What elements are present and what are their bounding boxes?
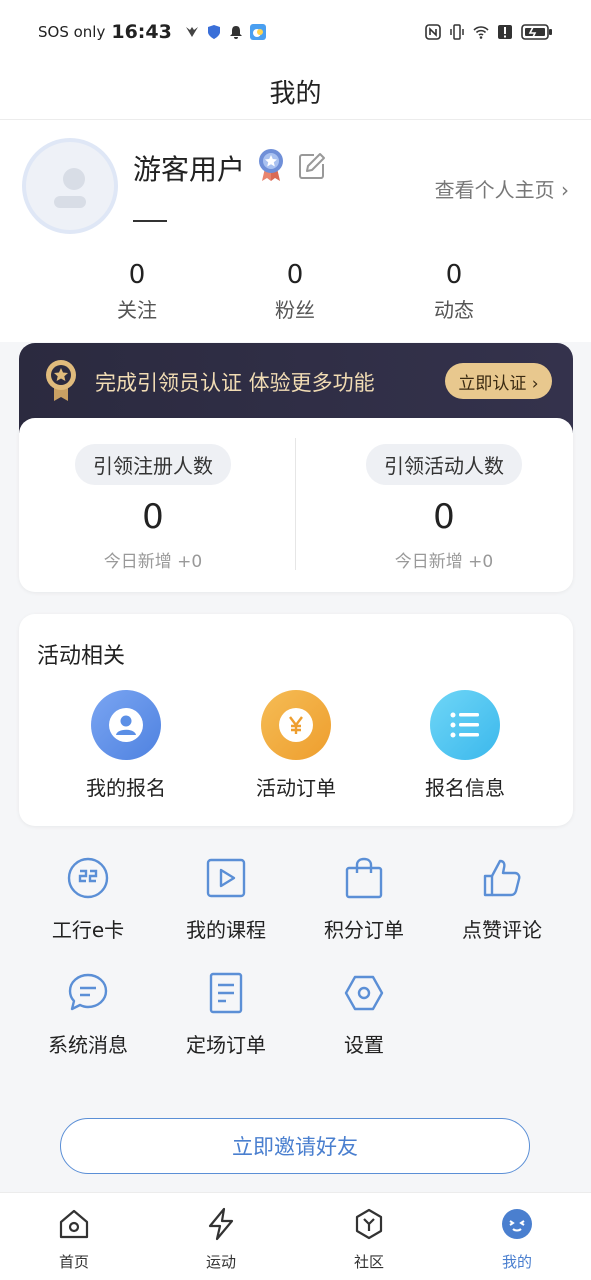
leader-stat-title: 引领活动人数: [366, 444, 522, 485]
menu-item-system-messages[interactable]: 系统消息: [18, 971, 158, 1058]
nfc-icon: [425, 24, 441, 40]
message-icon: [68, 973, 108, 1011]
menu-item-my-courses[interactable]: 我的课程: [156, 856, 296, 943]
wifi-icon: [473, 26, 489, 39]
tab-community[interactable]: 社区: [309, 1207, 429, 1272]
menu-item-venue-orders[interactable]: 定场订单: [156, 971, 296, 1058]
tab-mine[interactable]: 我的: [457, 1207, 577, 1272]
stat-followers[interactable]: 0 粉丝: [235, 260, 355, 323]
leader-stat-value: 0: [433, 497, 455, 537]
menu-label: 设置: [344, 1033, 384, 1057]
menu-label: 点赞评论: [462, 918, 542, 942]
battery-icon: [521, 24, 552, 40]
tab-bar: 首页 运动 社区 我的: [0, 1192, 591, 1280]
menu-item-settings[interactable]: 设置: [294, 971, 434, 1058]
menu-label: 系统消息: [48, 1033, 128, 1057]
stat-value: 0: [445, 260, 463, 290]
activity-card: 活动相关 我的报名 活动订单 报名信息: [19, 614, 573, 826]
avatar-body-shape: [54, 196, 86, 208]
view-profile-link[interactable]: 查看个人主页 ›: [435, 174, 569, 203]
section-title: 活动相关: [37, 644, 126, 669]
settings-icon: [344, 975, 384, 1011]
certify-now-button[interactable]: 立即认证 ›: [445, 363, 552, 399]
thumbs-up-icon: [483, 859, 521, 897]
activity-label: 活动订单: [256, 776, 336, 800]
tab-home[interactable]: 首页: [14, 1207, 134, 1272]
badge-icon: [46, 360, 76, 401]
menu-label: 我的课程: [186, 918, 266, 942]
list-icon: [430, 690, 500, 760]
page-title: 我的: [269, 79, 322, 109]
user-icon: [91, 690, 161, 760]
weather-icon: [249, 24, 266, 40]
my-registrations-button[interactable]: 我的报名: [56, 690, 196, 801]
registration-info-button[interactable]: 报名信息: [395, 690, 535, 801]
status-bar: SOS only 16:43: [0, 0, 591, 64]
edit-icon[interactable]: [298, 152, 326, 180]
carrier-label: SOS only: [38, 23, 106, 41]
divider: [295, 438, 296, 570]
leader-activities[interactable]: 引领活动人数 0 今日新增 +0: [297, 418, 573, 592]
alert-icon: [498, 25, 512, 39]
activity-orders-button[interactable]: 活动订单: [226, 690, 366, 801]
menu-item-likes-comments[interactable]: 点赞评论: [432, 856, 572, 943]
leader-stat-title: 引领注册人数: [75, 444, 231, 485]
bell-icon: [229, 26, 242, 39]
leader-stats-card: 引领注册人数 0 今日新增 +0 引领活动人数 0 今日新增 +0: [19, 418, 573, 592]
leader-stat-today: 今日新增 +0: [394, 552, 494, 572]
tab-label: 社区: [353, 1253, 384, 1271]
tab-label: 我的: [501, 1253, 532, 1271]
stat-label: 动态: [434, 298, 474, 322]
leader-stat-today: 今日新增 +0: [103, 552, 203, 572]
play-icon: [206, 858, 246, 898]
document-icon: [209, 972, 243, 1014]
stat-value: 0: [286, 260, 304, 290]
tab-label: 运动: [205, 1253, 236, 1271]
profile-face-icon: [502, 1209, 532, 1239]
menu-item-points-orders[interactable]: 积分订单: [294, 856, 434, 943]
lightning-icon: [208, 1207, 234, 1241]
nav-bar: 我的: [0, 64, 591, 120]
shield-icon: [207, 25, 220, 39]
home-icon: [59, 1209, 89, 1239]
stat-following[interactable]: 0 关注: [77, 260, 197, 323]
menu-item-icbc-ecard[interactable]: 工行e卡: [18, 856, 158, 943]
avatar[interactable]: [22, 138, 118, 234]
app-notification-icon: [185, 27, 198, 37]
stat-label: 关注: [117, 298, 157, 322]
tab-label: 首页: [58, 1253, 89, 1271]
activity-label: 我的报名: [86, 776, 166, 800]
medal-icon: [259, 149, 283, 181]
leader-stat-value: 0: [142, 497, 164, 537]
menu-label: 工行e卡: [51, 918, 125, 942]
bag-icon: [345, 857, 383, 899]
menu-label: 定场订单: [186, 1033, 266, 1057]
menu-label: 积分订单: [324, 918, 404, 942]
clock: 16:43: [111, 21, 172, 43]
activity-label: 报名信息: [425, 776, 505, 800]
avatar-head-shape: [63, 168, 85, 190]
stat-posts[interactable]: 0 动态: [394, 260, 514, 323]
invite-friends-button[interactable]: 立即邀请好友: [60, 1118, 530, 1174]
stat-label: 粉丝: [275, 298, 315, 322]
bio-placeholder: [133, 220, 167, 222]
stat-value: 0: [128, 260, 146, 290]
community-icon: [355, 1208, 383, 1240]
certification-text: 完成引领员认证 体验更多功能: [95, 371, 375, 395]
card-icon: [67, 857, 109, 899]
leader-registrations[interactable]: 引领注册人数 0 今日新增 +0: [19, 418, 295, 592]
tab-sports[interactable]: 运动: [161, 1207, 281, 1272]
username: 游客用户: [133, 153, 246, 186]
profile-section: 游客用户 查看个人主页 › 0 关注 0 粉丝 0 动态: [0, 120, 591, 342]
yen-icon: [261, 690, 331, 760]
vibrate-icon: [450, 24, 464, 40]
